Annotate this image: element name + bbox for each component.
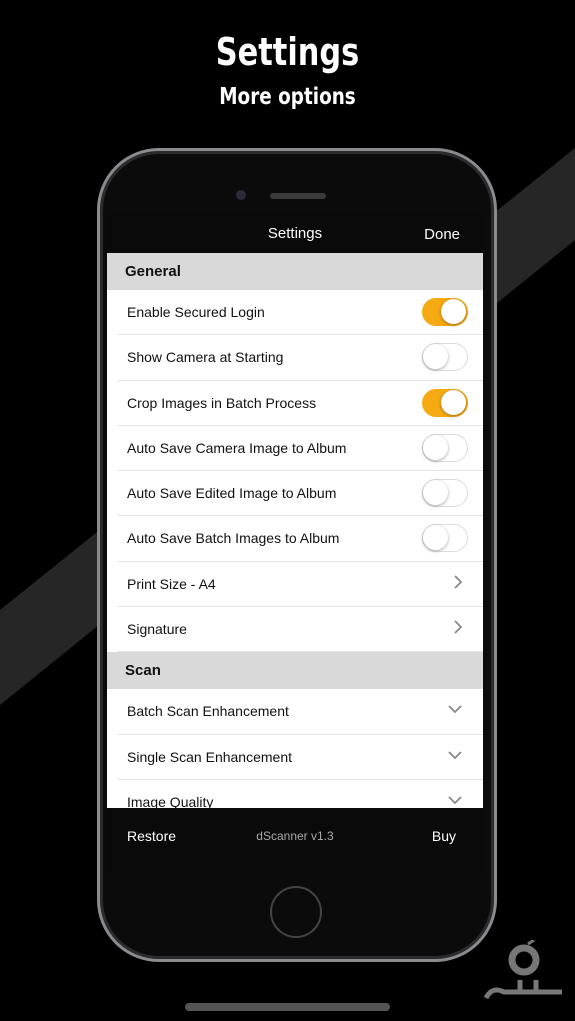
toggle-switch[interactable] — [422, 524, 468, 553]
settings-row[interactable]: Auto Save Batch Images to Album — [107, 516, 483, 563]
toggle-switch[interactable] — [422, 479, 468, 508]
done-button[interactable]: Done — [424, 226, 460, 243]
row-label: Crop Images in Batch Process — [127, 394, 317, 411]
row-label: Auto Save Batch Images to Album — [127, 530, 340, 547]
chevron-down-icon — [447, 747, 463, 768]
section-header-scan: Scan — [107, 652, 483, 690]
row-label: Single Scan Enhancement — [127, 748, 292, 765]
chevron-right-icon — [453, 574, 463, 595]
row-label: Enable Secured Login — [127, 304, 265, 320]
toggle-switch[interactable] — [422, 433, 468, 462]
toggle-knob — [423, 434, 448, 460]
speaker-grille — [270, 193, 326, 199]
section-header-general: General — [107, 253, 483, 290]
version-label: dScanner v1.3 — [256, 829, 334, 843]
promo-subtitle: More options — [219, 84, 356, 110]
settings-row[interactable]: Batch Scan Enhancement — [107, 689, 483, 735]
footer-bar: Restore dScanner v1.3 Buy — [107, 808, 483, 878]
row-label: Print Size - A4 — [127, 575, 216, 592]
home-indicator — [185, 1003, 390, 1011]
promo-title: Settings — [215, 30, 360, 74]
watermark-logo — [483, 940, 562, 1000]
toggle-switch[interactable] — [422, 388, 468, 417]
settings-list: General Enable Secured Login Show Camera a… — [107, 253, 483, 826]
row-label: Signature — [127, 621, 187, 638]
home-button[interactable] — [270, 886, 322, 938]
toggle-knob — [423, 525, 448, 551]
chevron-right-icon — [453, 619, 463, 640]
row-label: Batch Scan Enhancement — [127, 703, 289, 720]
toggle-switch[interactable] — [422, 343, 468, 372]
settings-row[interactable]: Auto Save Camera Image to Album — [107, 426, 483, 472]
toggle-knob — [423, 480, 448, 506]
chevron-down-icon — [447, 701, 463, 722]
toggle-knob — [441, 299, 466, 324]
buy-button[interactable]: Buy — [432, 828, 456, 844]
row-label: Auto Save Edited Image to Album — [127, 485, 337, 502]
settings-row[interactable]: Auto Save Edited Image to Album — [107, 471, 483, 517]
settings-row[interactable]: Signature — [107, 607, 483, 653]
nav-bar: Settings Done — [107, 212, 483, 253]
toggle-knob — [423, 344, 448, 370]
settings-row[interactable]: Print Size - A4 — [107, 562, 483, 608]
toggle-knob — [441, 389, 466, 415]
row-label: Auto Save Camera Image to Album — [127, 439, 347, 456]
toggle-switch[interactable] — [422, 298, 468, 326]
settings-row[interactable]: Enable Secured Login — [107, 290, 483, 336]
row-label: Show Camera at Starting — [127, 349, 284, 366]
settings-row[interactable]: Show Camera at Starting — [107, 335, 483, 381]
camera-icon — [236, 190, 246, 200]
settings-row[interactable]: Crop Images in Batch Process — [107, 381, 483, 427]
settings-screen: Settings Done General Enable Secured Logi… — [107, 212, 483, 878]
settings-row[interactable]: Single Scan Enhancement — [107, 735, 483, 781]
